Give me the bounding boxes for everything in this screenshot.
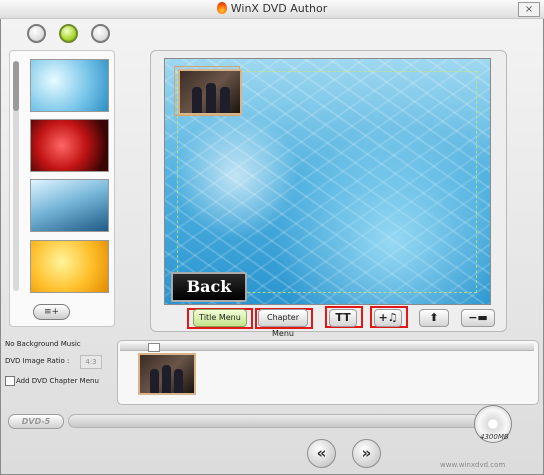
background-thumb-blue-mosaic[interactable] <box>30 59 109 112</box>
move-up-button[interactable]: ⬆ <box>419 309 449 327</box>
background-thumb-yellow-flowers[interactable] <box>30 240 109 293</box>
scroll-thumb[interactable] <box>13 61 19 111</box>
dvd-type-selector[interactable]: DVD-5 <box>8 414 64 429</box>
chapter-thumbnail[interactable] <box>178 69 242 115</box>
previous-button[interactable]: « <box>307 439 336 468</box>
close-button[interactable]: × <box>518 2 540 17</box>
watermark: www.winxdvd.com <box>440 461 506 469</box>
add-chapter-menu-label: Add DVD Chapter Menu <box>16 377 99 385</box>
add-music-button[interactable]: +♫ <box>374 309 402 327</box>
timeline-clip-thumbnail[interactable] <box>138 353 196 395</box>
menu-preview-canvas[interactable]: Back <box>164 58 491 305</box>
window-title: WinX DVD Author <box>0 2 544 15</box>
text-tool-button[interactable]: TT <box>329 309 357 327</box>
title-menu-button[interactable]: Title Menu <box>193 309 247 327</box>
add-chapter-menu-checkbox[interactable] <box>5 376 15 386</box>
up-arrow-icon: ⬆ <box>429 311 439 324</box>
text-icon: TT <box>335 311 351 324</box>
add-background-button[interactable]: ≡+ <box>33 304 70 320</box>
background-thumb-red-roses[interactable] <box>30 119 109 172</box>
nav-step-1-button[interactable] <box>27 24 46 43</box>
timeline-scroll-thumb[interactable] <box>148 343 160 352</box>
menu-editor: Back Title Menu Chapter Menu TT +♫ ⬆ −▬ <box>150 50 507 338</box>
back-button[interactable]: Back <box>171 272 247 302</box>
timeline-scrollbar[interactable] <box>120 343 534 352</box>
dvd-image-ratio-select[interactable]: 4:3 <box>80 355 102 369</box>
nav-step-3-button[interactable] <box>91 24 110 43</box>
disc-capacity-label: 4300MB <box>480 433 509 441</box>
nav-step-2-button[interactable] <box>59 24 78 43</box>
editor-toolbar: Title Menu Chapter Menu TT +♫ ⬆ −▬ <box>153 306 503 338</box>
app-logo-icon <box>216 2 227 14</box>
music-note-icon: +♫ <box>378 311 398 324</box>
chapter-timeline <box>117 340 539 405</box>
minus-icon: −▬ <box>468 311 488 324</box>
remove-button[interactable]: −▬ <box>461 309 495 327</box>
background-list <box>9 50 115 327</box>
chapter-menu-button[interactable]: Chapter Menu <box>258 309 308 338</box>
background-music-label: No Background Music <box>5 340 81 348</box>
dvd-image-ratio-label: DVD Image Ratio : <box>5 357 70 365</box>
title-bar: WinX DVD Author × <box>0 0 544 19</box>
background-list-scrollbar[interactable] <box>13 61 19 291</box>
next-button[interactable]: » <box>352 439 381 468</box>
disc-capacity-bar <box>68 414 480 428</box>
background-thumb-blue-wave[interactable] <box>30 179 109 232</box>
